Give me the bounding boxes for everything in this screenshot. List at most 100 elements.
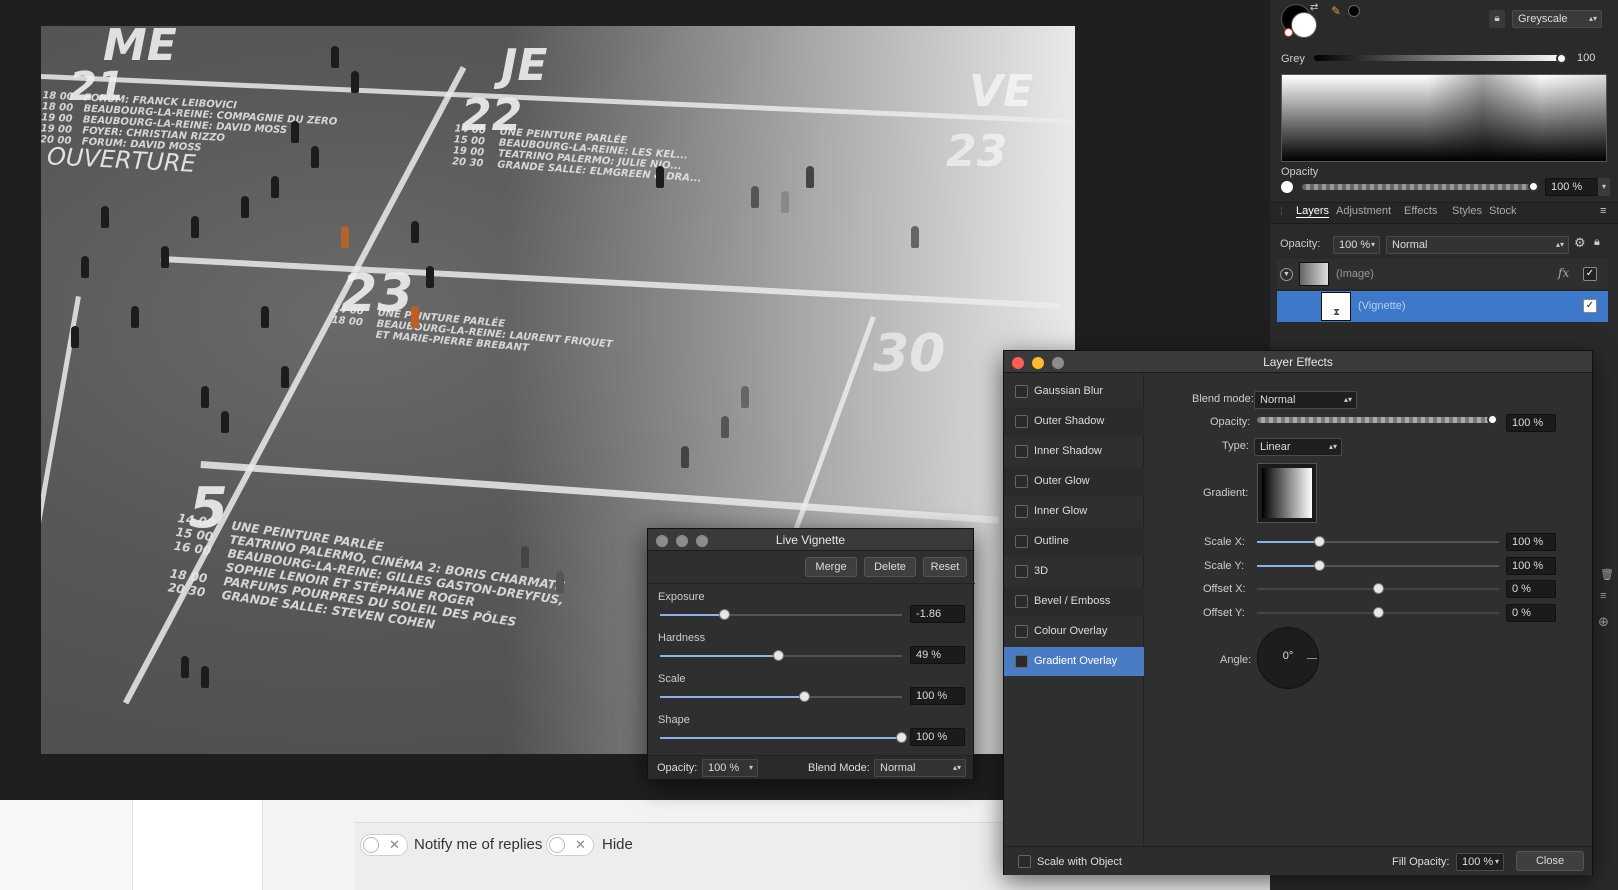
- slider-knob[interactable]: [896, 732, 907, 743]
- chevron-down-icon[interactable]: ▾: [1598, 178, 1610, 196]
- fx-icon[interactable]: fx: [1558, 266, 1569, 280]
- hardness-slider[interactable]: [660, 650, 902, 661]
- lock-icon[interactable]: 🔒︎: [1594, 236, 1600, 249]
- layer-visibility-checkbox[interactable]: ✓: [1583, 299, 1597, 313]
- tab-layers[interactable]: Layers: [1296, 205, 1330, 218]
- effect-checkbox[interactable]: [1015, 385, 1028, 398]
- effect-item-outline[interactable]: Outline: [1004, 527, 1144, 556]
- delete-button[interactable]: Delete: [864, 557, 916, 577]
- scale-slider[interactable]: [660, 691, 902, 702]
- scale-x-field[interactable]: 100 %: [1506, 533, 1556, 551]
- list-icon[interactable]: ≡: [1600, 590, 1606, 602]
- effect-item-inner-glow[interactable]: Inner Glow: [1004, 497, 1144, 526]
- shape-slider[interactable]: [660, 732, 907, 743]
- tab-styles[interactable]: Styles: [1452, 205, 1482, 217]
- add-icon[interactable]: ⊕: [1598, 614, 1609, 630]
- slider-knob[interactable]: [719, 609, 730, 620]
- footer-opacity-select[interactable]: 100 % ▾: [702, 759, 758, 777]
- dialog-titlebar[interactable]: Layer Effects: [1004, 351, 1592, 373]
- tab-effects[interactable]: Effects: [1404, 205, 1437, 217]
- slider-knob[interactable]: [1314, 560, 1325, 571]
- slider-knob[interactable]: [773, 650, 784, 661]
- layers-blend-select[interactable]: Normal ▴▾: [1386, 236, 1569, 254]
- type-select[interactable]: Linear ▴▾: [1254, 438, 1342, 456]
- secondary-color-swatch[interactable]: [1291, 12, 1317, 38]
- merge-button[interactable]: Merge: [805, 557, 857, 577]
- close-button[interactable]: Close: [1516, 851, 1584, 871]
- effect-checkbox[interactable]: [1015, 535, 1028, 548]
- lock-icon[interactable]: 🔒︎: [1489, 10, 1505, 28]
- layer-name[interactable]: (Vignette): [1358, 300, 1406, 312]
- close-window-button[interactable]: [1012, 357, 1024, 369]
- scale-with-object-checkbox[interactable]: [1018, 855, 1031, 868]
- effect-opacity-slider[interactable]: [1257, 417, 1493, 423]
- effect-item-colour-overlay[interactable]: Colour Overlay: [1004, 617, 1144, 646]
- swap-colors-icon[interactable]: ⇄: [1310, 2, 1318, 13]
- effect-opacity-knob[interactable]: [1487, 414, 1498, 425]
- hardness-field[interactable]: 49 %: [910, 646, 965, 664]
- opacity-slider[interactable]: [1302, 184, 1538, 190]
- layer-row-vignette[interactable]: ⧗ (Vignette) ✓: [1277, 291, 1608, 322]
- effect-checkbox[interactable]: [1015, 415, 1028, 428]
- offset-y-field[interactable]: 0 %: [1506, 604, 1556, 622]
- shape-field[interactable]: 100 %: [910, 728, 965, 746]
- no-color-icon[interactable]: [1284, 28, 1293, 37]
- hide-toggle[interactable]: ✕: [546, 834, 594, 856]
- scale-field[interactable]: 100 %: [910, 687, 965, 705]
- effect-item-gradient-overlay[interactable]: Gradient Overlay: [1004, 647, 1144, 676]
- notify-toggle[interactable]: ✕: [360, 834, 408, 856]
- offset-x-field[interactable]: 0 %: [1506, 580, 1556, 598]
- effect-item-outer-shadow[interactable]: Outer Shadow: [1004, 407, 1144, 436]
- grey-value[interactable]: 100: [1572, 50, 1610, 68]
- scale-y-field[interactable]: 100 %: [1506, 557, 1556, 575]
- gradient-swatch-frame[interactable]: [1257, 463, 1317, 523]
- layer-visibility-checkbox[interactable]: ✓: [1583, 267, 1597, 281]
- effect-checkbox[interactable]: [1015, 475, 1028, 488]
- close-window-button[interactable]: [656, 535, 668, 547]
- slider-knob[interactable]: [1373, 583, 1384, 594]
- layer-name[interactable]: (Image): [1336, 268, 1374, 280]
- angle-dial[interactable]: 0°: [1257, 627, 1319, 689]
- color-mode-select[interactable]: Greyscale ▴▾: [1512, 10, 1602, 28]
- gear-icon[interactable]: ⚙: [1574, 235, 1586, 251]
- effect-checkbox[interactable]: [1015, 625, 1028, 638]
- slider-knob[interactable]: [799, 691, 810, 702]
- scale-y-slider[interactable]: [1257, 560, 1499, 571]
- effect-item-inner-shadow[interactable]: Inner Shadow: [1004, 437, 1144, 466]
- effect-checkbox[interactable]: [1015, 505, 1028, 518]
- zoom-window-button[interactable]: [1052, 357, 1064, 369]
- effect-item-3d[interactable]: 3D: [1004, 557, 1144, 586]
- effect-item-bevel-emboss[interactable]: Bevel / Emboss: [1004, 587, 1144, 616]
- layers-opacity-select[interactable]: 100 % ▾: [1333, 236, 1380, 254]
- exposure-slider[interactable]: [660, 609, 902, 620]
- effect-checkbox[interactable]: [1015, 595, 1028, 608]
- effect-checkbox[interactable]: [1015, 655, 1028, 668]
- grey-slider[interactable]: [1314, 55, 1566, 61]
- minimize-window-button[interactable]: [1032, 357, 1044, 369]
- grey-slider-knob[interactable]: [1556, 53, 1567, 64]
- footer-blend-select[interactable]: Normal ▴▾: [874, 759, 966, 777]
- slider-knob[interactable]: [1373, 607, 1384, 618]
- zoom-window-button[interactable]: [696, 535, 708, 547]
- effect-opacity-field[interactable]: 100 %: [1506, 414, 1556, 432]
- panel-menu-icon[interactable]: ≡: [1600, 205, 1606, 217]
- tab-stock[interactable]: Stock: [1489, 205, 1517, 217]
- layer-row-image[interactable]: ▼ (Image) fx ✓: [1277, 259, 1608, 290]
- opacity-slider-knob[interactable]: [1528, 181, 1539, 192]
- effect-checkbox[interactable]: [1015, 445, 1028, 458]
- eyedropper-icon[interactable]: ✎: [1331, 4, 1341, 18]
- opacity-field[interactable]: 100 %: [1545, 178, 1599, 196]
- trash-icon[interactable]: 🗑︎: [1600, 568, 1614, 581]
- offset-x-slider[interactable]: [1257, 583, 1499, 594]
- reset-button[interactable]: Reset: [923, 557, 967, 577]
- color-spectrum-box[interactable]: [1281, 74, 1607, 162]
- panel-grip-icon[interactable]: ⁞: [1280, 207, 1283, 218]
- effect-item-gaussian-blur[interactable]: Gaussian Blur: [1004, 377, 1144, 406]
- fill-opacity-select[interactable]: 100 % ▾: [1456, 853, 1504, 871]
- offset-y-slider[interactable]: [1257, 607, 1499, 618]
- slider-knob[interactable]: [1314, 536, 1325, 547]
- picked-color-swatch[interactable]: [1348, 5, 1360, 17]
- minimize-window-button[interactable]: [676, 535, 688, 547]
- expand-toggle-icon[interactable]: ▼: [1280, 268, 1293, 281]
- tab-adjustment[interactable]: Adjustment: [1336, 205, 1391, 217]
